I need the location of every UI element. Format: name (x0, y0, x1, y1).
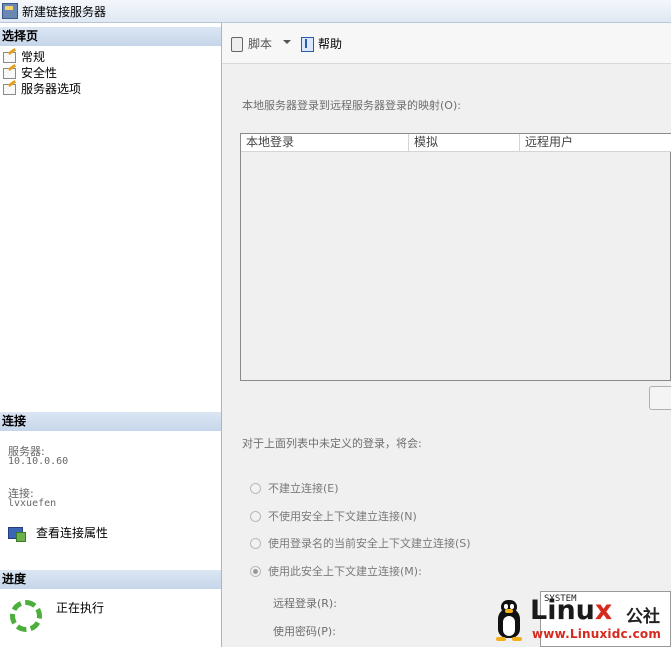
radio-label: 不建立连接(E) (268, 482, 339, 495)
page-item-label: 安全性 (21, 65, 58, 80)
radio-no-connection[interactable]: 不建立连接(E) (250, 480, 339, 496)
add-button[interactable] (649, 386, 671, 410)
radio-button[interactable] (250, 482, 261, 494)
watermark-brand-x: x (594, 595, 613, 626)
content-panel: 脚本 帮助 本地服务器登录到远程服务器登录的映射(O): 本地登录 模拟 远程用… (222, 23, 671, 647)
table-header: 本地登录 模拟 远程用户 (241, 134, 671, 152)
column-header-local-login[interactable]: 本地登录 (241, 134, 409, 151)
radio-current-security-context[interactable]: 使用登录名的当前安全上下文建立连接(S) (250, 535, 471, 551)
progress-status: 正在执行 (56, 601, 105, 615)
script-button[interactable]: 脚本 (230, 35, 272, 52)
title-bar: 新建链接服务器 (0, 0, 671, 23)
script-dropdown-arrow-icon[interactable] (283, 40, 291, 44)
connection-value: lvxuefen (8, 498, 57, 509)
column-header-remote-user[interactable]: 远程用户 (520, 134, 671, 151)
select-page-header: 选择页 (0, 27, 221, 46)
page-item-general[interactable]: 常规 (2, 48, 45, 64)
connection-properties-icon (8, 526, 26, 542)
help-button[interactable]: 帮助 (300, 35, 342, 52)
linuxidc-watermark: Linux 公社 www.Linuxidc.com (494, 596, 671, 646)
page-icon (2, 50, 16, 63)
progress-spinner-icon (10, 600, 42, 632)
connection-header: 连接 (0, 412, 221, 431)
radio-button-selected[interactable] (250, 565, 261, 577)
view-connection-properties-link[interactable]: 查看连接属性 (8, 524, 109, 542)
password-label: 使用密码(P): (273, 625, 336, 638)
radio-label: 使用登录名的当前安全上下文建立连接(S) (268, 537, 471, 550)
page-icon (2, 66, 16, 79)
help-label: 帮助 (318, 37, 343, 51)
page-item-label: 常规 (21, 49, 46, 64)
watermark-brand-suffix: 公社 (626, 607, 660, 627)
window-title: 新建链接服务器 (22, 4, 107, 19)
page-item-label: 服务器选项 (21, 81, 82, 96)
page-item-server-options[interactable]: 服务器选项 (2, 80, 81, 96)
page-item-security[interactable]: 安全性 (2, 64, 57, 80)
script-icon (230, 36, 244, 52)
login-mapping-table[interactable]: 本地登录 模拟 远程用户 (240, 133, 671, 381)
radio-button[interactable] (250, 510, 261, 522)
remote-login-label: 远程登录(R): (273, 597, 337, 610)
login-mapping-label: 本地服务器登录到远程服务器登录的映射(O): (242, 99, 461, 112)
toolbar: 脚本 帮助 (222, 23, 671, 64)
column-header-impersonate[interactable]: 模拟 (409, 134, 520, 151)
script-label: 脚本 (248, 37, 273, 51)
progress-header: 进度 (0, 570, 221, 589)
watermark-brand: Linux (530, 596, 612, 626)
page-icon (2, 82, 16, 95)
left-panel: 选择页 常规 安全性 服务器选项 连接 服务器: 10.10.0.60 连接: … (0, 23, 222, 647)
radio-this-security-context[interactable]: 使用此安全上下文建立连接(M): (250, 563, 422, 579)
radio-button[interactable] (250, 537, 261, 549)
view-connection-properties-label: 查看连接属性 (36, 526, 109, 540)
watermark-url: www.Linuxidc.com (532, 627, 662, 641)
radio-label: 使用此安全上下文建立连接(M): (268, 565, 422, 578)
server-value: 10.10.0.60 (8, 456, 69, 467)
radio-label: 不使用安全上下文建立连接(N) (268, 510, 417, 523)
help-icon (300, 36, 314, 52)
radio-no-security-context[interactable]: 不使用安全上下文建立连接(N) (250, 508, 417, 524)
watermark-brand-main: Linu (530, 595, 595, 626)
app-icon (2, 3, 18, 19)
undefined-login-label: 对于上面列表中未定义的登录，将会: (242, 437, 422, 450)
tux-penguin-icon (494, 600, 524, 642)
